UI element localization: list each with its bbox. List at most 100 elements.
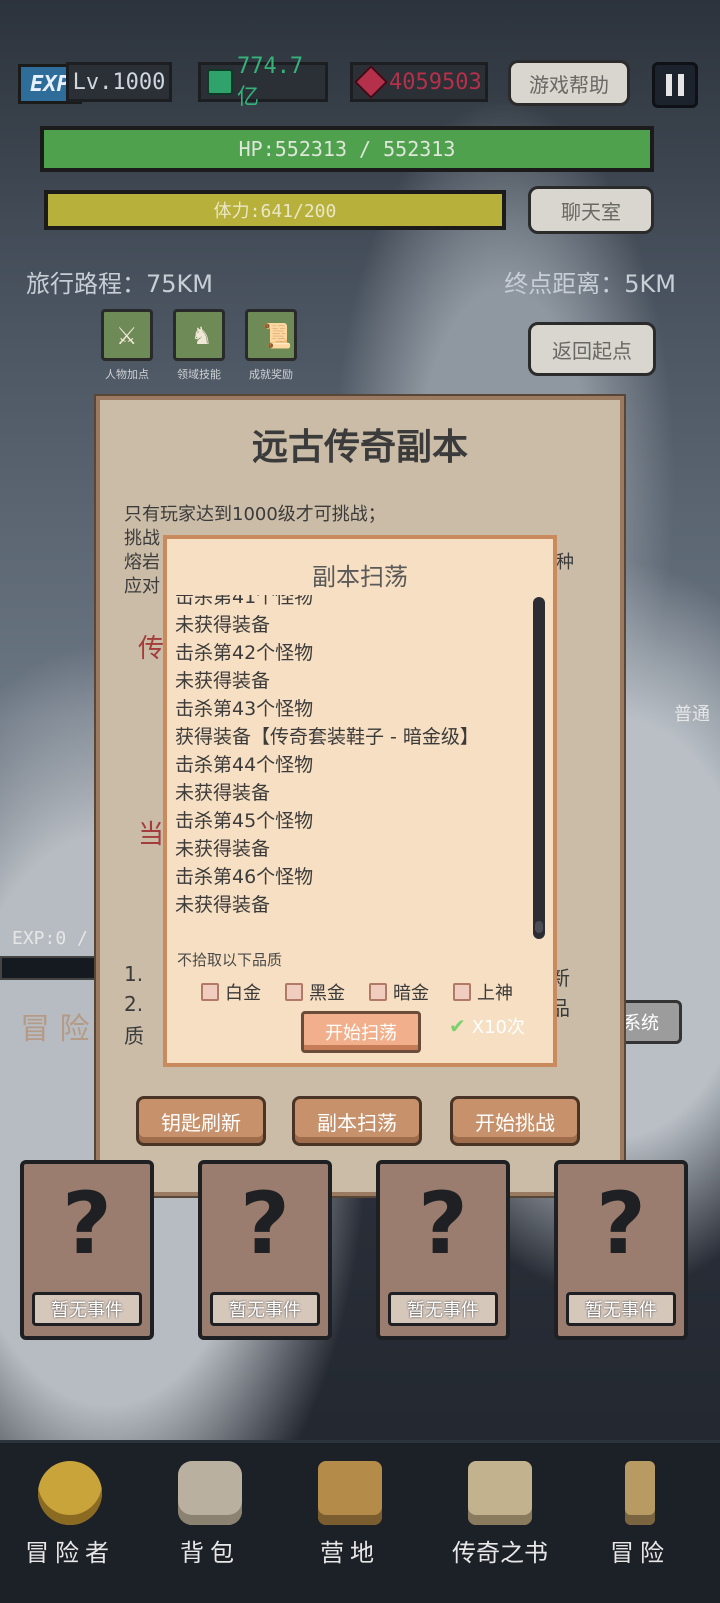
exclude-quality-title: 不拾取以下品质 — [177, 951, 283, 969]
dialog-partial-g: 传 — [138, 634, 165, 664]
exp-left-bar — [0, 956, 104, 980]
exp-left-label: EXP:0 / — [12, 928, 88, 949]
nav-label: 传奇之书 — [452, 1539, 548, 1567]
camp-icon — [318, 1461, 382, 1525]
dialog-partial-a: 1. — [124, 962, 144, 986]
chat-room-button[interactable]: 聊天室 — [528, 186, 654, 234]
event-label: 暂无事件 — [388, 1292, 498, 1326]
nav-label: 营地 — [320, 1539, 380, 1567]
log-line: 未获得装备 — [175, 894, 271, 916]
quality-label: 黑金 — [309, 983, 345, 1004]
quality-black-gold[interactable]: 黑金 — [285, 979, 345, 1005]
sword-icon — [625, 1461, 655, 1525]
dialog-partial-c: 质 — [124, 1024, 144, 1048]
log-line: 击杀第41个怪物 — [175, 595, 314, 608]
sweep-log[interactable]: 击杀第41个怪物 未获得装备 击杀第42个怪物 未获得装备 击杀第43个怪物 获… — [175, 595, 535, 925]
log-line: 击杀第42个怪物 — [175, 642, 314, 664]
quality-checkbox[interactable] — [285, 983, 303, 1001]
quick-label-2: 领域技能 — [177, 368, 221, 381]
question-mark-icon: ? — [240, 1174, 290, 1274]
quality-label: 上神 — [477, 983, 513, 1004]
log-line: 击杀第43个怪物 — [175, 698, 314, 720]
stamina-bar: 体力:641/200 — [44, 190, 506, 230]
gems-value: 774.7亿 — [236, 53, 304, 110]
stamina-text: 体力:641/200 — [213, 201, 337, 222]
dialog-desc-1: 只有玩家达到1000级才可挑战； — [124, 504, 386, 525]
quality-label: 白金 — [225, 983, 261, 1004]
nav-adventure[interactable]: 冒险 — [580, 1461, 700, 1568]
return-start-button[interactable]: 返回起点 — [528, 322, 656, 376]
log-line: 击杀第45个怪物 — [175, 810, 314, 832]
bottom-navigation: 冒险者 背包 营地 传奇之书 冒险 — [0, 1440, 720, 1603]
quality-label: 暗金 — [393, 983, 429, 1004]
rubies-value: 4059503 — [389, 69, 482, 95]
log-line: 获得装备【传奇套装鞋子 - 暗金级】 — [175, 726, 479, 748]
log-line: 未获得装备 — [175, 782, 271, 804]
event-label: 暂无事件 — [210, 1292, 320, 1326]
check-icon: ✔ — [449, 1014, 466, 1038]
log-line: 击杀第46个怪物 — [175, 866, 314, 888]
gems-display: 774.7亿 — [198, 54, 328, 110]
attribute-points-button[interactable]: ⚔ — [101, 309, 153, 361]
log-line: 未获得装备 — [175, 670, 271, 692]
event-label: 暂无事件 — [32, 1292, 142, 1326]
dialog-title: 远古传奇副本 — [251, 427, 468, 468]
domain-skills-button[interactable]: ♞ — [173, 309, 225, 361]
crown-icon — [38, 1461, 102, 1525]
dialog-desc-2: 挑战 — [124, 528, 160, 549]
event-card[interactable]: ? 暂无事件 — [554, 1160, 688, 1340]
gem-icon — [207, 69, 233, 95]
dialog-desc-4: 应对 — [124, 576, 160, 597]
question-mark-icon: ? — [62, 1174, 112, 1274]
achievement-reward-button[interactable]: 📜 — [245, 309, 297, 361]
quality-divine[interactable]: 上神 — [453, 979, 513, 1005]
log-scrollbar[interactable] — [533, 597, 545, 939]
dialog-desc-3: 熔岩 — [124, 552, 160, 573]
event-card[interactable]: ? 暂无事件 — [20, 1160, 154, 1340]
dialog-partial-h: 当 — [138, 820, 165, 850]
nav-label: 冒险者 — [25, 1539, 115, 1567]
hp-text: HP:552313 / 552313 — [238, 137, 456, 161]
sweep-title: 副本扫荡 — [312, 563, 408, 591]
start-sweep-button[interactable]: 开始扫荡 — [301, 1011, 421, 1053]
pause-icon — [666, 74, 684, 96]
nav-label: 背包 — [180, 1539, 240, 1567]
log-line: 击杀第44个怪物 — [175, 754, 314, 776]
scroll-icon: 📜 — [262, 322, 292, 350]
travel-distance: 旅行路程：75KM — [26, 270, 213, 298]
nav-adventurer[interactable]: 冒险者 — [10, 1461, 130, 1568]
normal-label: 普通 — [674, 704, 710, 725]
crossed-swords-icon: ⚔ — [116, 322, 138, 350]
nav-backpack[interactable]: 背包 — [150, 1461, 270, 1568]
quality-checkbox[interactable] — [369, 983, 387, 1001]
scrollbar-thumb[interactable] — [535, 921, 543, 933]
quick-label-3: 成就奖励 — [249, 368, 293, 381]
backpack-icon — [178, 1461, 242, 1525]
dungeon-sweep-popup: 副本扫荡 击杀第41个怪物 未获得装备 击杀第42个怪物 未获得装备 击杀第43… — [163, 535, 557, 1067]
start-challenge-button[interactable]: 开始挑战 — [450, 1096, 580, 1146]
event-card[interactable]: ? 暂无事件 — [376, 1160, 510, 1340]
event-label: 暂无事件 — [566, 1292, 676, 1326]
dialog-partial-b: 2. — [124, 992, 144, 1016]
log-line: 未获得装备 — [175, 838, 271, 860]
book-icon — [468, 1461, 532, 1525]
quality-checkbox[interactable] — [201, 983, 219, 1001]
question-mark-icon: ? — [418, 1174, 468, 1274]
remaining-distance: 终点距离：5KM — [504, 270, 676, 298]
sweep-times-label: X10次 — [471, 1017, 526, 1038]
quality-dark-gold[interactable]: 暗金 — [369, 979, 429, 1005]
key-refresh-button[interactable]: 钥匙刷新 — [136, 1096, 266, 1146]
dialog-partial-f: 种 — [556, 552, 574, 573]
game-help-button[interactable]: 游戏帮助 — [508, 60, 630, 106]
nav-label: 冒险 — [610, 1539, 670, 1567]
nav-legend-book[interactable]: 传奇之书 — [440, 1461, 560, 1568]
quality-checkbox[interactable] — [453, 983, 471, 1001]
pause-button[interactable] — [652, 62, 698, 108]
hp-bar: HP:552313 / 552313 — [40, 126, 654, 172]
sweep-times-toggle[interactable]: ✔ X10次 — [449, 1013, 525, 1039]
quality-platinum[interactable]: 白金 — [201, 979, 261, 1005]
event-card[interactable]: ? 暂无事件 — [198, 1160, 332, 1340]
nav-camp[interactable]: 营地 — [290, 1461, 410, 1568]
dungeon-sweep-button[interactable]: 副本扫荡 — [292, 1096, 422, 1146]
quick-label-1: 人物加点 — [105, 368, 149, 381]
